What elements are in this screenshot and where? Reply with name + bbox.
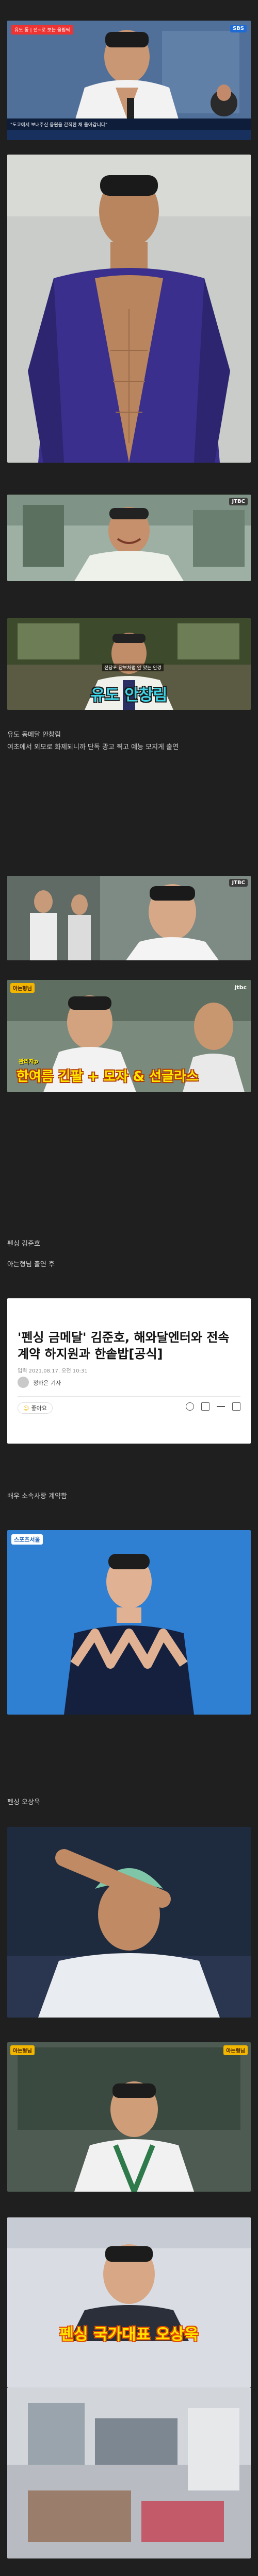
caption-4: 아는형님 출연 후 bbox=[7, 1261, 55, 1268]
image-agency-profile: 스포츠서울 bbox=[7, 1530, 251, 1715]
share-icon[interactable] bbox=[186, 1402, 194, 1411]
channel-logo: SBS bbox=[230, 25, 247, 32]
news-meta: 입력 2021.08.17. 오전 10:31 bbox=[18, 1368, 88, 1374]
font-size-icon[interactable] bbox=[201, 1402, 209, 1411]
channel-logo: JTBC bbox=[229, 879, 248, 887]
corner-label: jtbc bbox=[234, 984, 247, 991]
print-icon[interactable] bbox=[232, 1402, 240, 1411]
image-classroom-subtitle: 전당포 담보처럼 안 맞는 안경 유도 안창림 bbox=[7, 618, 251, 710]
like-icon: ☺ bbox=[23, 1405, 29, 1412]
press-logo: 스포츠서울 bbox=[11, 1534, 43, 1545]
image-classroom-board: 아는형님 아는형님 bbox=[7, 2042, 251, 2192]
caption-6: 펜싱 오상욱 bbox=[7, 1799, 40, 1806]
channel-logo: JTBC bbox=[229, 498, 248, 505]
subtitle-text: 한여름 긴팔 + 모자 & 선글라스 bbox=[17, 1069, 199, 1084]
image-school-uniform: JTBC bbox=[7, 876, 251, 960]
image-room-interior bbox=[7, 2387, 251, 2558]
show-logo: 아는형님 bbox=[10, 983, 35, 993]
caption-1: 유도 동메달 안창림 bbox=[7, 731, 61, 739]
image-fencer-towel bbox=[7, 1827, 251, 2018]
bookmark-icon[interactable] bbox=[217, 1402, 225, 1411]
image-judo-gi-closeup bbox=[7, 155, 251, 463]
caption-5: 배우 소속사랑 계약함 bbox=[7, 1493, 67, 1500]
news-article-card[interactable]: '펜싱 금메달' 김준호, 해와달엔터와 전속계약 하지원과 한솥밥[공식] 입… bbox=[7, 1298, 251, 1444]
broadcast-chip: 유도 동 | 전~로 보는 올림픽 bbox=[11, 25, 73, 35]
news-title[interactable]: '펜싱 금메달' 김준호, 해와달엔터와 전속계약 하지원과 한솥밥[공식] bbox=[18, 1329, 234, 1362]
caption-2: 여초에서 외모로 화제되니까 단독 광고 찍고 예능 모지게 출연 bbox=[7, 743, 179, 751]
like-label: 좋아요 bbox=[31, 1405, 47, 1412]
news-author[interactable]: 정하은 기자 bbox=[33, 1379, 61, 1387]
subtitle-text: 유도 안창림 bbox=[90, 686, 168, 704]
like-button[interactable]: ☺ 좋아요 bbox=[18, 1402, 53, 1414]
image-variety-smile: JTBC bbox=[7, 495, 251, 581]
corner-label: 아는형님 bbox=[223, 2045, 248, 2055]
author-avatar bbox=[18, 1377, 29, 1388]
subtitle-small: 관리자p bbox=[19, 1058, 39, 1065]
image-fencer-subtitle: 펜싱 국가대표 오상욱 bbox=[7, 2217, 251, 2387]
caption-top-label: 전당포 담보처럼 안 맞는 안경 bbox=[102, 664, 164, 671]
image-summer-subtitle: 아는형님 jtbc 관리자p 한여름 긴팔 + 모자 & 선글라스 bbox=[7, 980, 251, 1092]
divider bbox=[18, 1396, 240, 1397]
show-logo: 아는형님 bbox=[10, 2045, 35, 2055]
caption-3: 펜싱 김준호 bbox=[7, 1240, 40, 1248]
image-judo-broadcast: 유도 동 | 전~로 보는 올림픽 SBS "도쿄에서 보내주신 응원을 간직한… bbox=[7, 21, 251, 140]
subtitle-text: 펜싱 국가대표 오상욱 bbox=[59, 2326, 199, 2344]
news-toolbar bbox=[186, 1402, 240, 1411]
news-ticker: "도쿄에서 보내주신 응원을 간직한 채 돌아갑니다" bbox=[10, 123, 108, 128]
